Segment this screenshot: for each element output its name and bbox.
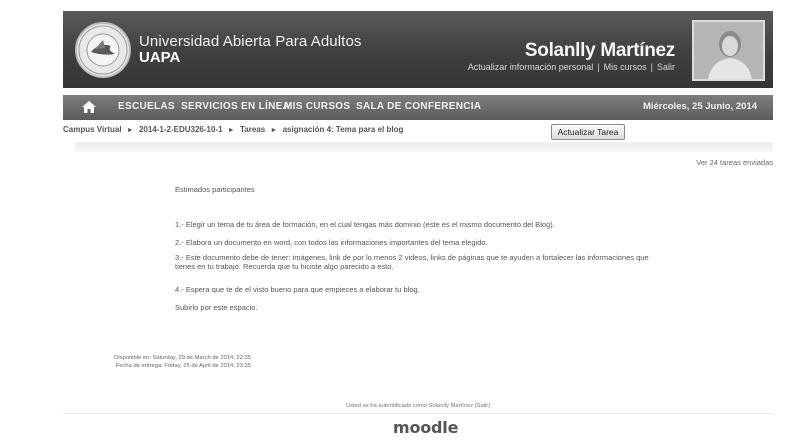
page: Universidad Abierta Para Adultos UAPA So… <box>63 11 773 443</box>
nav-item-sala-conferencia[interactable]: SALA DE CONFERENCIA <box>356 101 481 112</box>
breadcrumb-item[interactable]: Tareas <box>240 125 265 134</box>
update-profile-link[interactable]: Actualizar información personal <box>468 62 594 72</box>
breadcrumb: Campus Virtual ► 2014-1-2-EDU326-10-1 ► … <box>63 125 403 134</box>
content-header-bar <box>75 142 773 152</box>
current-date: Miércoles, 25 Junio, 2014 <box>642 101 757 112</box>
avatar[interactable] <box>692 20 765 81</box>
assignment-step: 4.- Espera que te de el visto bueno para… <box>175 285 420 294</box>
moodle-logo[interactable]: moodle <box>393 418 458 437</box>
logout-link[interactable]: Salir <box>657 62 675 72</box>
view-submissions-link[interactable]: Ver 24 tareas enviadas <box>696 158 773 167</box>
user-links: Actualizar información personal | Mis curs… <box>468 62 675 72</box>
assignment-greeting: Estimados participantes <box>175 185 255 194</box>
assignment-closing: Subirlo por este espacio. <box>175 303 258 312</box>
site-header: Universidad Abierta Para Adultos UAPA So… <box>63 11 773 88</box>
breadcrumb-item[interactable]: 2014-1-2-EDU326-10-1 <box>139 125 223 134</box>
user-name: Solanlly Martínez <box>524 40 675 61</box>
assignment-step: 2.- Elabora un documento en word, con to… <box>175 238 488 247</box>
due-date: Fecha de entrega: Friday, 25 de April de… <box>115 362 251 369</box>
link-separator: | <box>597 62 600 72</box>
university-acronym: UAPA <box>139 49 181 66</box>
nav-item-escuelas[interactable]: ESCUELAS <box>118 101 175 112</box>
assignment-step: 1.- Elegir un tema de tu área de formaci… <box>175 220 555 229</box>
breadcrumb-item[interactable]: Campus Virtual <box>63 125 122 134</box>
link-separator: | <box>650 62 653 72</box>
update-assignment-button[interactable]: Actualizar Tarea <box>551 124 625 140</box>
available-date: Disponible en: Saturday, 29 de March de … <box>114 355 251 361</box>
home-icon[interactable] <box>81 99 97 115</box>
nav-item-mis-cursos[interactable]: MIS CURSOS <box>284 101 350 112</box>
login-info: Usted se ha autentificado como Solanlly … <box>345 403 491 409</box>
breadcrumb-arrow-icon: ► <box>270 127 278 134</box>
university-name: Universidad Abierta Para Adultos <box>139 33 362 50</box>
footer-divider <box>63 413 773 414</box>
assignment-step: 3.- Este documento debe de tener: imágen… <box>175 253 649 271</box>
my-courses-link[interactable]: Mis cursos <box>604 62 647 72</box>
university-seal-logo[interactable] <box>75 22 131 78</box>
nav-item-servicios[interactable]: SERVICIOS EN LÍNEA <box>181 101 290 112</box>
breadcrumb-current: asignación 4: Tema para el blog <box>282 125 404 134</box>
breadcrumb-arrow-icon: ► <box>126 127 134 134</box>
breadcrumb-arrow-icon: ► <box>227 127 235 134</box>
main-nav: ESCUELAS SERVICIOS EN LÍNEA MIS CURSOS S… <box>63 95 773 120</box>
assignment-dates: Disponible en: Saturday, 29 de March de … <box>61 355 251 370</box>
